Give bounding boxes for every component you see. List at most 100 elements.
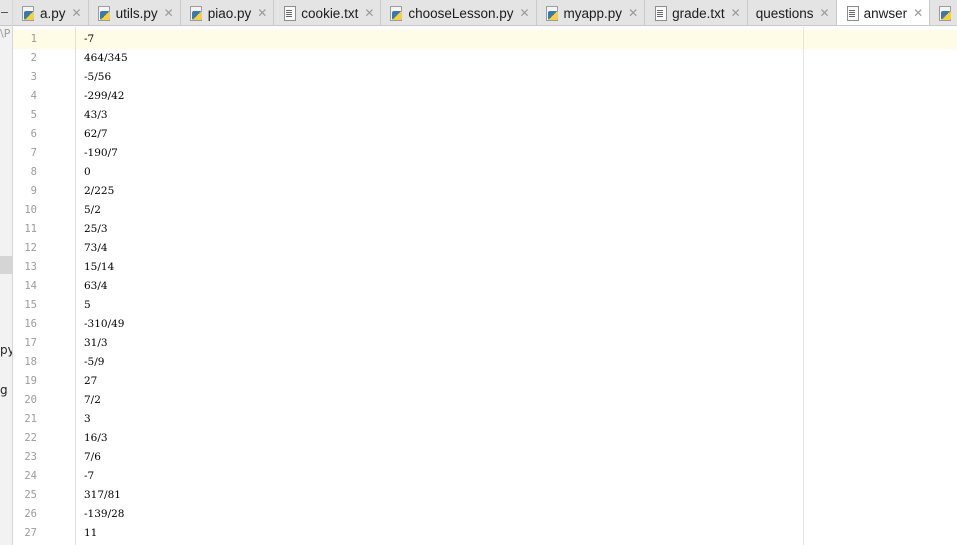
close-icon[interactable]: ✕ <box>913 7 923 19</box>
line-number: 14 <box>24 280 37 292</box>
close-icon[interactable]: ✕ <box>628 7 638 19</box>
close-icon[interactable]: ✕ <box>731 7 741 19</box>
code-line[interactable]: 43/3 <box>84 106 108 125</box>
code-line[interactable]: 31/3 <box>84 334 108 353</box>
close-icon[interactable]: ✕ <box>519 7 529 19</box>
text-file-icon <box>845 5 859 21</box>
line-number: 11 <box>24 223 37 235</box>
tab-label: anwser <box>863 5 908 21</box>
code-line[interactable]: 11 <box>84 524 97 543</box>
tab-questions[interactable]: questions ✕ <box>748 0 837 25</box>
code-line[interactable]: 5/2 <box>84 201 101 220</box>
line-number: 13 <box>24 261 37 273</box>
current-line-highlight <box>13 30 957 49</box>
close-icon[interactable]: ✕ <box>257 7 267 19</box>
code-line[interactable]: 62/7 <box>84 125 108 144</box>
code-line[interactable]: 3 <box>84 410 91 429</box>
line-number: 1 <box>30 33 37 45</box>
minimize-icon[interactable] <box>1 12 8 13</box>
editor-tab-bar: a.py ✕ utils.py ✕ piao.py ✕ cookie.txt ✕ chooseL… <box>13 0 957 26</box>
code-line[interactable]: 5 <box>84 296 91 315</box>
tab-anwser[interactable]: anwser ✕ <box>836 0 931 25</box>
line-number: 9 <box>30 185 37 197</box>
code-line[interactable]: -190/7 <box>84 144 118 163</box>
tab-label: piao.py <box>207 5 252 21</box>
line-number: 8 <box>30 166 37 178</box>
tab-label: questions <box>755 5 814 21</box>
line-number-gutter: 1 2 3 4 5 6 7 8 9 10 11 12 13 14 15 16 17 18 19 20 21 22 23 24 2… <box>13 27 76 545</box>
line-number: 23 <box>24 451 37 463</box>
tab-a-py[interactable]: a.py ✕ <box>13 0 89 25</box>
code-line[interactable]: 0 <box>84 163 91 182</box>
code-line[interactable]: 15/14 <box>84 258 114 277</box>
code-line[interactable]: 73/4 <box>84 239 108 258</box>
line-number: 2 <box>30 52 37 64</box>
line-number: 16 <box>24 318 37 330</box>
close-icon[interactable]: ✕ <box>364 7 374 19</box>
line-number: 3 <box>30 71 37 83</box>
python-file-icon <box>21 5 35 21</box>
close-icon[interactable]: ✕ <box>820 7 830 19</box>
editor-area[interactable]: 1 2 3 4 5 6 7 8 9 10 11 12 13 14 15 16 17 18 19 20 21 22 23 24 2… <box>13 27 957 545</box>
text-file-icon <box>653 5 668 21</box>
tab-grade-txt[interactable]: grade.txt ✕ <box>645 0 748 25</box>
code-line[interactable]: -7 <box>84 30 94 49</box>
tab-overflow[interactable] <box>930 0 957 25</box>
tab-label: cookie.txt <box>301 5 359 21</box>
code-line[interactable]: -310/49 <box>84 315 125 334</box>
text-file-icon <box>282 5 297 21</box>
python-file-icon <box>389 5 403 21</box>
tab-label: a.py <box>40 5 66 21</box>
line-number: 20 <box>24 394 37 406</box>
tab-utils-py[interactable]: utils.py ✕ <box>89 0 181 25</box>
code-line[interactable]: 2/225 <box>84 182 114 201</box>
line-number: 24 <box>24 470 37 482</box>
code-line[interactable]: 25/3 <box>84 220 108 239</box>
line-number: 25 <box>24 489 37 501</box>
code-line[interactable]: 7/2 <box>84 391 101 410</box>
selected-tree-row[interactable] <box>0 256 12 274</box>
line-number: 7 <box>30 147 37 159</box>
project-path-fragment: \P <box>0 27 11 40</box>
tab-piao-py[interactable]: piao.py ✕ <box>181 0 275 25</box>
line-number: 4 <box>30 90 37 102</box>
tab-label: myapp.py <box>563 5 623 21</box>
tab-label: chooseLesson.py <box>408 5 514 21</box>
python-file-icon <box>189 5 203 21</box>
line-number: 6 <box>30 128 37 140</box>
code-line[interactable]: 464/345 <box>84 49 128 68</box>
line-number: 21 <box>24 413 37 425</box>
code-line[interactable]: 16/3 <box>84 429 108 448</box>
tab-chooselesson-py[interactable]: chooseLesson.py ✕ <box>381 0 537 25</box>
code-line[interactable]: -7 <box>84 467 94 486</box>
code-line[interactable]: 27 <box>84 372 97 391</box>
close-icon[interactable]: ✕ <box>164 7 174 19</box>
tab-myapp-py[interactable]: myapp.py ✕ <box>537 0 646 25</box>
line-number: 10 <box>24 204 37 216</box>
line-number: 19 <box>24 375 37 387</box>
line-number: 26 <box>24 508 37 520</box>
code-line[interactable]: 63/4 <box>84 277 108 296</box>
python-file-icon <box>97 5 111 21</box>
project-panel-header <box>0 0 12 26</box>
tree-item-fragment-py[interactable]: py <box>0 343 12 357</box>
tree-item-fragment-g[interactable]: g <box>0 383 8 397</box>
line-number: 12 <box>24 242 37 254</box>
close-icon[interactable]: ✕ <box>72 7 82 19</box>
code-line[interactable]: -299/42 <box>84 87 125 106</box>
right-margin-guide <box>803 27 804 545</box>
code-line[interactable]: -5/56 <box>84 68 111 87</box>
python-file-icon <box>938 5 952 21</box>
tab-label: utils.py <box>115 5 158 21</box>
line-number: 27 <box>24 527 37 539</box>
line-number: 18 <box>24 356 37 368</box>
code-line[interactable]: 317/81 <box>84 486 121 505</box>
tab-label: grade.txt <box>672 5 725 21</box>
line-number: 22 <box>24 432 37 444</box>
python-file-icon <box>545 5 559 21</box>
project-tool-strip: \P py g <box>0 0 13 545</box>
code-line[interactable]: -5/9 <box>84 353 104 372</box>
code-line[interactable]: -139/28 <box>84 505 125 524</box>
code-line[interactable]: 7/6 <box>84 448 101 467</box>
tab-cookie-txt[interactable]: cookie.txt ✕ <box>274 0 382 25</box>
